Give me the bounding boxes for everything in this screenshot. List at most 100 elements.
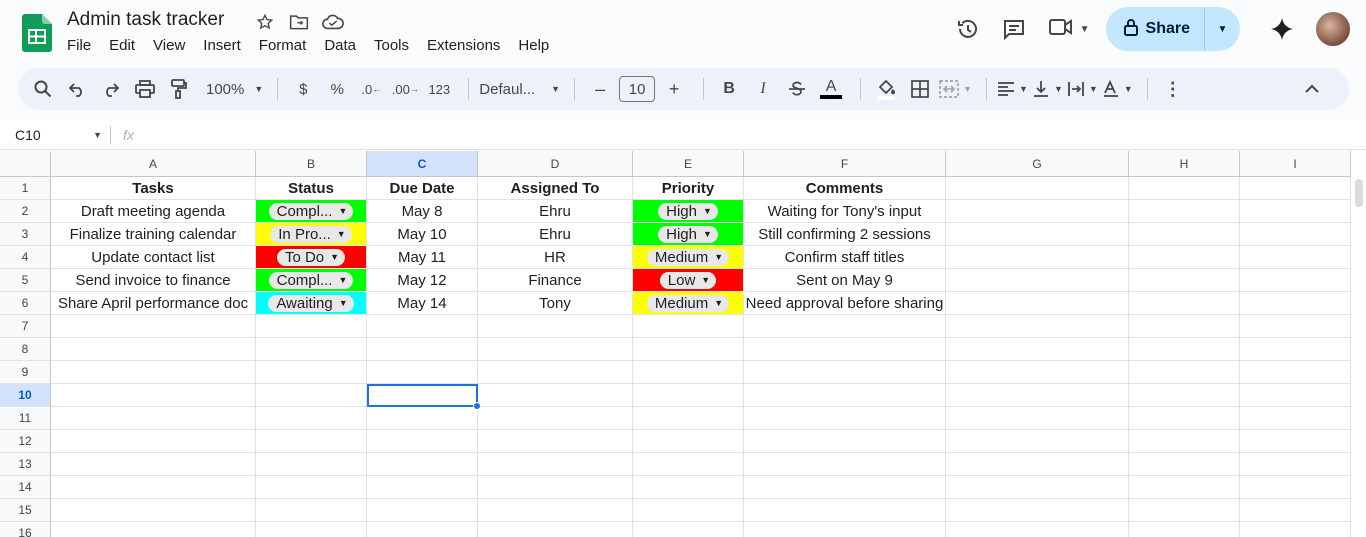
dropdown-chip[interactable]: High ▼	[658, 202, 718, 220]
empty-cell[interactable]	[1129, 476, 1240, 499]
empty-cell[interactable]	[256, 453, 367, 476]
empty-cell[interactable]	[478, 361, 633, 384]
text-wrapping-icon[interactable]: ▼	[1067, 73, 1098, 105]
column-header-e[interactable]: E	[633, 151, 744, 177]
comment-cell[interactable]: Waiting for Tony's input	[744, 200, 946, 223]
empty-cell[interactable]	[744, 338, 946, 361]
column-header-h[interactable]: H	[1129, 151, 1240, 177]
empty-cell[interactable]	[1240, 338, 1351, 361]
column-header-f[interactable]: F	[744, 151, 946, 177]
menu-file[interactable]: File	[67, 37, 99, 54]
empty-cell[interactable]	[478, 430, 633, 453]
empty-cell[interactable]	[946, 407, 1129, 430]
status-cell[interactable]: Compl... ▼	[256, 269, 367, 292]
empty-cell[interactable]	[51, 499, 256, 522]
comment-cell[interactable]: Need approval before sharing	[744, 292, 946, 315]
empty-cell[interactable]	[1129, 246, 1240, 269]
empty-cell[interactable]	[1240, 476, 1351, 499]
name-box[interactable]: C10 ▼	[0, 127, 110, 143]
comments-icon[interactable]	[994, 9, 1034, 49]
menu-data[interactable]: Data	[324, 37, 364, 54]
row-header[interactable]: 8	[0, 338, 51, 361]
horizontal-align-icon[interactable]: ▼	[997, 73, 1028, 105]
empty-cell[interactable]	[1240, 407, 1351, 430]
column-header-i[interactable]: I	[1240, 151, 1351, 177]
empty-cell[interactable]	[946, 476, 1129, 499]
empty-cell[interactable]	[256, 499, 367, 522]
empty-cell[interactable]	[1129, 338, 1240, 361]
empty-cell[interactable]	[256, 315, 367, 338]
assigned-to-cell[interactable]: Finance	[478, 269, 633, 292]
empty-cell[interactable]	[1129, 407, 1240, 430]
empty-cell[interactable]	[1129, 200, 1240, 223]
empty-cell[interactable]	[633, 315, 744, 338]
empty-cell[interactable]	[367, 430, 478, 453]
empty-cell[interactable]	[1240, 522, 1351, 537]
due-date-cell[interactable]: May 14	[367, 292, 478, 315]
empty-cell[interactable]	[946, 269, 1129, 292]
italic-button[interactable]: I	[748, 73, 778, 105]
strikethrough-icon[interactable]	[782, 73, 812, 105]
row-header[interactable]: 7	[0, 315, 51, 338]
empty-cell[interactable]	[1240, 269, 1351, 292]
empty-cell[interactable]	[744, 430, 946, 453]
task-cell[interactable]: Draft meeting agenda	[51, 200, 256, 223]
empty-cell[interactable]	[1240, 384, 1351, 407]
empty-cell[interactable]	[744, 453, 946, 476]
priority-cell[interactable]: Medium ▼	[633, 246, 744, 269]
dropdown-chip[interactable]: Low ▼	[659, 271, 717, 289]
empty-cell[interactable]	[744, 476, 946, 499]
empty-cell[interactable]	[1240, 200, 1351, 223]
menu-tools[interactable]: Tools	[374, 37, 417, 54]
empty-cell[interactable]	[478, 453, 633, 476]
empty-cell[interactable]	[633, 522, 744, 537]
increase-decimal-button[interactable]: .00 →	[390, 73, 420, 105]
row-header[interactable]: 12	[0, 430, 51, 453]
row-header[interactable]: 3	[0, 223, 51, 246]
row-header[interactable]: 5	[0, 269, 51, 292]
empty-cell[interactable]	[946, 453, 1129, 476]
empty-cell[interactable]	[478, 338, 633, 361]
empty-cell[interactable]	[51, 338, 256, 361]
due-date-cell[interactable]: May 10	[367, 223, 478, 246]
empty-cell[interactable]	[1129, 315, 1240, 338]
row-header[interactable]: 9	[0, 361, 51, 384]
empty-cell[interactable]	[946, 315, 1129, 338]
assigned-to-cell[interactable]: HR	[478, 246, 633, 269]
empty-cell[interactable]	[256, 522, 367, 537]
priority-cell[interactable]: Low ▼	[633, 269, 744, 292]
empty-cell[interactable]	[946, 522, 1129, 537]
row-header[interactable]: 11	[0, 407, 51, 430]
menu-format[interactable]: Format	[259, 37, 315, 54]
menu-view[interactable]: View	[153, 37, 193, 54]
fill-handle[interactable]	[473, 402, 481, 410]
menu-edit[interactable]: Edit	[109, 37, 143, 54]
empty-cell[interactable]	[633, 453, 744, 476]
empty-cell[interactable]	[367, 453, 478, 476]
row-header[interactable]: 14	[0, 476, 51, 499]
comment-cell[interactable]: Sent on May 9	[744, 269, 946, 292]
column-header-d[interactable]: D	[478, 151, 633, 177]
column-header-g[interactable]: G	[946, 151, 1129, 177]
vertical-align-icon[interactable]: ▼	[1032, 73, 1063, 105]
font-size-field[interactable]: 10	[619, 73, 656, 105]
text-color-button[interactable]: A	[816, 73, 846, 105]
vertical-scrollbar[interactable]	[1355, 179, 1363, 207]
empty-cell[interactable]	[1240, 430, 1351, 453]
empty-cell[interactable]	[946, 200, 1129, 223]
empty-cell[interactable]	[1240, 315, 1351, 338]
status-cell[interactable]: In Pro... ▼	[256, 223, 367, 246]
column-header-a[interactable]: A	[51, 151, 256, 177]
empty-cell[interactable]	[633, 499, 744, 522]
dropdown-chip[interactable]: To Do ▼	[276, 248, 346, 266]
empty-cell[interactable]	[367, 499, 478, 522]
empty-cell[interactable]	[946, 223, 1129, 246]
empty-cell[interactable]	[946, 246, 1129, 269]
empty-cell[interactable]	[256, 361, 367, 384]
comment-cell[interactable]: Still confirming 2 sessions	[744, 223, 946, 246]
empty-cell[interactable]	[478, 407, 633, 430]
search-menus-icon[interactable]	[28, 73, 58, 105]
assigned-to-cell[interactable]: Ehru	[478, 200, 633, 223]
empty-cell[interactable]	[946, 361, 1129, 384]
avatar[interactable]	[1316, 12, 1350, 46]
